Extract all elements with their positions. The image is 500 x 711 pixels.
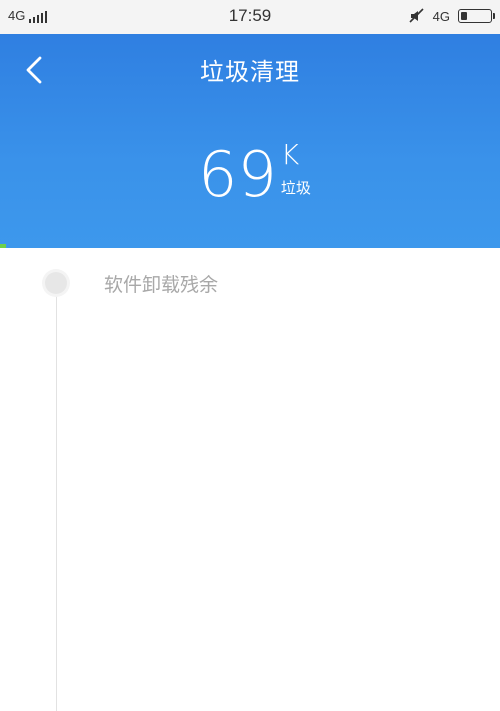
junk-size-value: 69 bbox=[198, 138, 277, 211]
junk-size-unit: K bbox=[280, 138, 300, 171]
page-title: 垃圾清理 bbox=[200, 58, 300, 86]
timeline-line bbox=[56, 282, 57, 711]
junk-side: K 垃圾 bbox=[281, 138, 311, 198]
network-type-right: 4G bbox=[432, 8, 450, 24]
status-icons: 4G bbox=[409, 8, 495, 24]
status-bar: 4G 17:59 4G bbox=[0, 0, 500, 34]
scan-progress-indicator bbox=[0, 244, 6, 248]
header: 垃圾清理 69 K 垃圾 bbox=[0, 34, 500, 248]
junk-summary: 69 K 垃圾 bbox=[198, 138, 311, 212]
list-item[interactable]: 软件卸载残余 bbox=[104, 270, 218, 297]
timeline-dot bbox=[45, 272, 67, 294]
battery-level bbox=[461, 12, 467, 20]
junk-label: 垃圾 bbox=[280, 179, 311, 197]
battery-icon bbox=[458, 9, 495, 23]
mute-icon bbox=[409, 8, 424, 23]
